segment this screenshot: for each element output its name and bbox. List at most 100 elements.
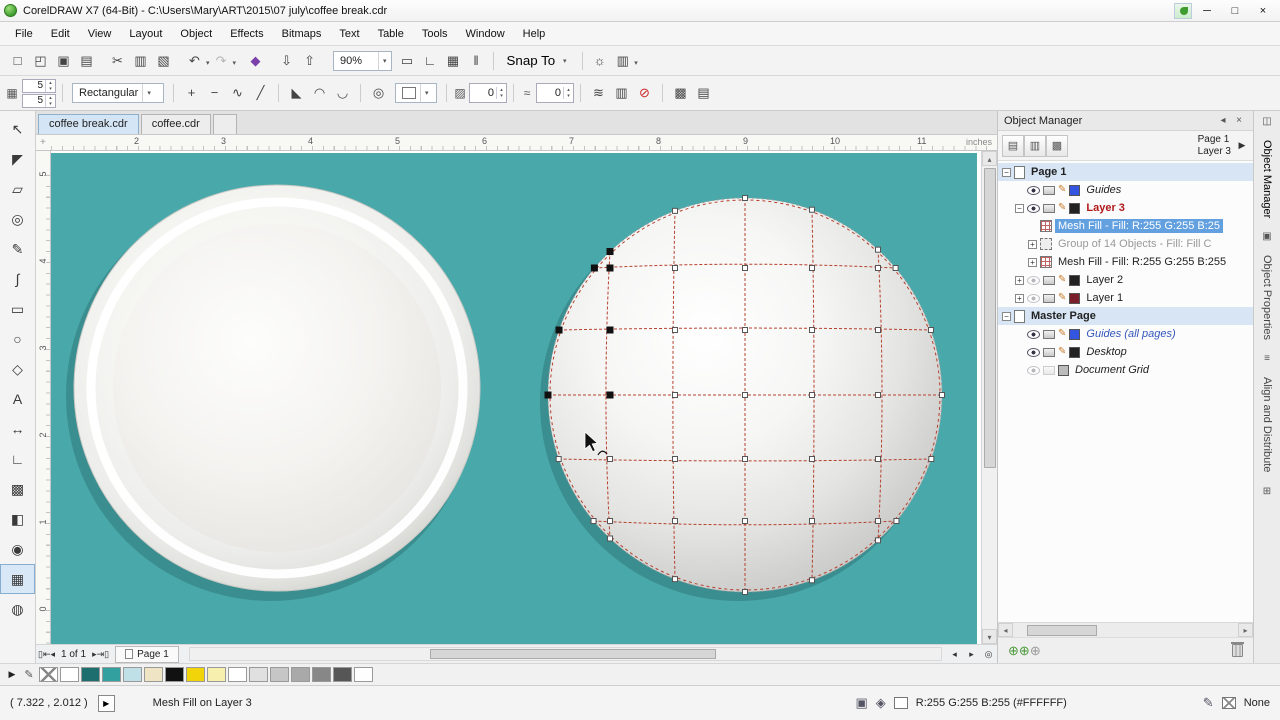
printer-icon[interactable]	[1043, 347, 1055, 357]
visibility-eye-icon[interactable]	[1027, 347, 1040, 357]
clear-mesh-icon[interactable]: ⊘	[633, 82, 656, 105]
connector-tool[interactable]: ∟	[0, 444, 35, 474]
color-swatch-4[interactable]	[123, 667, 142, 682]
expander-icon[interactable]: −	[1002, 167, 1011, 177]
mesh-fill-tool[interactable]: ▦	[0, 564, 35, 594]
redo-icon-caret[interactable]: ▾	[233, 60, 237, 67]
doc-tab-coffee-break-cdr[interactable]: coffee break.cdr	[38, 114, 139, 134]
menu-text[interactable]: Text	[330, 24, 368, 44]
rectangle-tool[interactable]: ▭	[0, 294, 35, 324]
layer-color-chip[interactable]	[1069, 328, 1081, 340]
edit-across-layers-icon[interactable]: ▩	[1046, 134, 1068, 157]
new-tab-stub[interactable]	[212, 114, 237, 134]
layer-color-chip[interactable]	[1069, 202, 1081, 214]
om-row-desktop[interactable]: ✎ Desktop	[998, 343, 1253, 361]
color-swatch-6[interactable]	[165, 667, 184, 682]
docker-close-icon[interactable]: ×	[1231, 115, 1247, 126]
color-swatch-2[interactable]	[81, 667, 100, 682]
horizontal-ruler[interactable]: + inches 2 3 4 5 6 7 8 9 10 11	[36, 135, 997, 151]
app-launcher-icon[interactable]: ◆	[244, 49, 267, 72]
smooth-node-icon[interactable]: ◠	[308, 82, 331, 105]
transparency-tool[interactable]: ◧	[0, 504, 35, 534]
layer-color-chip[interactable]	[1069, 184, 1081, 196]
om-item-label[interactable]: Master Page	[1028, 309, 1099, 323]
expander-icon[interactable]: +	[1015, 293, 1024, 303]
om-item-label[interactable]: Guides (all pages)	[1083, 327, 1178, 341]
scroll-left-icon[interactable]: ◂	[946, 649, 963, 660]
expander-icon[interactable]: −	[1015, 203, 1024, 213]
vertical-scroll-thumb[interactable]	[983, 168, 996, 468]
om-row-layer-2[interactable]: + ✎ Layer 2	[998, 271, 1253, 289]
cusp-node-icon[interactable]: ◣	[285, 82, 308, 105]
minimize-button[interactable]: ─	[1194, 2, 1220, 20]
crop-tool[interactable]: ▱	[0, 174, 35, 204]
undo-icon[interactable]: ↶	[183, 49, 206, 72]
shape-tool[interactable]: ◤	[0, 144, 35, 174]
coords-flyout-button[interactable]: ▶	[97, 694, 115, 712]
document-color-settings-icon[interactable]: ▣	[856, 695, 868, 711]
om-item-label[interactable]: Page 1	[1028, 165, 1069, 179]
printer-icon[interactable]	[1043, 185, 1055, 195]
scroll-up-icon[interactable]: ▴	[982, 151, 997, 166]
scroll-down-icon[interactable]: ▾	[982, 629, 997, 644]
fill-bucket-icon[interactable]: ◈	[876, 695, 886, 711]
menu-edit[interactable]: Edit	[42, 24, 79, 44]
docker-flyout-icon[interactable]: ◂	[1215, 115, 1231, 126]
more-options-icon[interactable]: ▤	[692, 82, 715, 105]
freehand-tool[interactable]: ✎	[0, 234, 35, 264]
docker-scroll-thumb[interactable]	[1027, 624, 1097, 636]
color-swatch-12[interactable]	[291, 667, 310, 682]
color-swatch-14[interactable]	[333, 667, 352, 682]
add-page-icon[interactable]: ▯	[104, 649, 109, 659]
zoom-tool[interactable]: ◎	[0, 204, 35, 234]
pencil-edit-icon[interactable]: ✎	[1058, 185, 1066, 195]
color-eyedropper-tool[interactable]: ◉	[0, 534, 35, 564]
redo-icon[interactable]: ↷	[210, 49, 233, 72]
mesh-eyedropper-icon[interactable]: ◎	[367, 82, 390, 105]
store-icon[interactable]	[1174, 2, 1192, 19]
grid-rows-stepper[interactable]: 5 ▴ ▾	[22, 78, 56, 93]
snap-to-button[interactable]: Snap To ▾	[499, 50, 578, 72]
om-row-master-page[interactable]: − Master Page	[998, 307, 1253, 325]
ellipse-tool[interactable]: ○	[0, 324, 35, 354]
symmetrical-node-icon[interactable]: ◡	[331, 82, 354, 105]
polygon-tool[interactable]: ◇	[0, 354, 35, 384]
pick-tool[interactable]: ↖	[0, 114, 35, 144]
object-properties-dock-icon[interactable]: ▣	[1262, 231, 1271, 242]
horizontal-scrollbar[interactable]	[188, 647, 942, 661]
fill-tool[interactable]: ◍	[0, 594, 35, 624]
wrap-options-icon[interactable]: ▩	[669, 82, 692, 105]
page-tab[interactable]: Page 1	[115, 645, 179, 663]
menu-window[interactable]: Window	[457, 24, 514, 44]
grid-cols-stepper[interactable]: 5 ▴ ▾	[22, 93, 56, 108]
horizontal-scroll-thumb[interactable]	[430, 649, 716, 659]
visibility-eye-icon[interactable]	[1027, 203, 1040, 213]
visibility-eye-icon[interactable]	[1027, 293, 1040, 303]
maximize-button[interactable]: □	[1222, 2, 1248, 20]
menu-help[interactable]: Help	[514, 24, 555, 44]
text-tool[interactable]: A	[0, 384, 35, 414]
menu-bitmaps[interactable]: Bitmaps	[273, 24, 331, 44]
layer-color-chip[interactable]	[1069, 292, 1081, 304]
down-arrow-icon[interactable]: ▾	[497, 93, 506, 99]
expander-icon[interactable]: +	[1028, 239, 1037, 249]
launch-menu-icon-caret[interactable]: ▾	[634, 60, 638, 67]
last-page-icon[interactable]: ⇥	[97, 649, 105, 659]
menu-effects[interactable]: Effects	[221, 24, 272, 44]
om-row-guides[interactable]: ✎ Guides	[998, 181, 1253, 199]
down-arrow-icon[interactable]: ▾	[46, 86, 55, 92]
printer-icon[interactable]	[1043, 365, 1055, 375]
color-swatch-3[interactable]	[102, 667, 121, 682]
mesh-type-select[interactable]: Rectangular ▾	[72, 83, 164, 103]
fullscreen-preview-icon[interactable]: ▭	[396, 49, 419, 72]
delete-layer-icon[interactable]	[1231, 642, 1244, 657]
align-dock-icon[interactable]: ≡	[1264, 353, 1270, 364]
om-item-label[interactable]: Group of 14 Objects - Fill: Fill C	[1055, 237, 1214, 251]
open-icon[interactable]: ◰	[29, 49, 52, 72]
acceleration-stepper[interactable]: 0 ▴ ▾	[536, 83, 574, 103]
color-swatch-10[interactable]	[249, 667, 268, 682]
launch-menu-icon[interactable]: ▥	[611, 49, 634, 72]
palette-eyedropper-icon[interactable]: ✎	[21, 668, 37, 681]
fill-color-swatch[interactable]	[893, 697, 908, 709]
layer-manager-view-icon[interactable]: ▤	[1002, 134, 1024, 157]
